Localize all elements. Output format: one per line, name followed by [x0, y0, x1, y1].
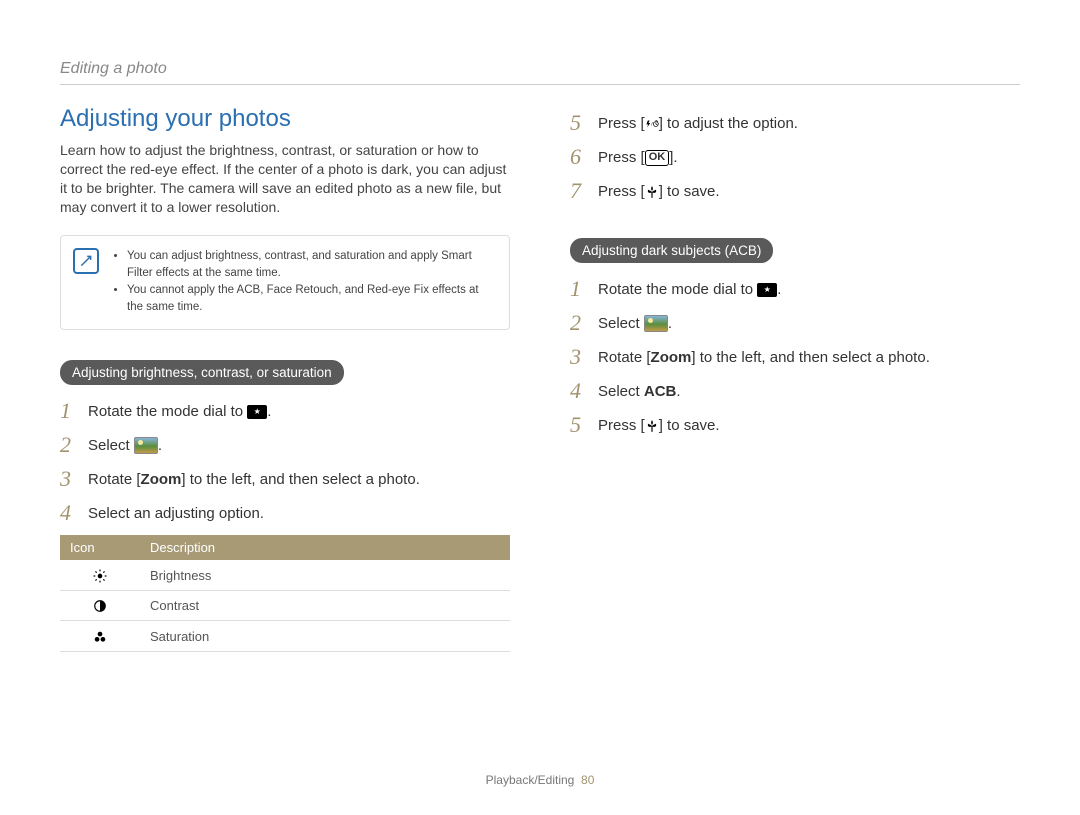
acb-label: ACB — [644, 383, 677, 400]
intro-paragraph: Learn how to adjust the brightness, cont… — [60, 141, 510, 217]
breadcrumb: Editing a photo — [60, 60, 1020, 85]
step-number: 2 — [60, 433, 88, 457]
steps-acb: 1 Rotate the mode dial to . 2 Select . 3… — [570, 277, 1020, 438]
manual-page: Editing a photo Adjusting your photos Le… — [0, 0, 1080, 815]
step-number: 5 — [570, 111, 598, 135]
ok-button-icon: OK — [645, 150, 670, 166]
table-row: Brightness — [60, 560, 510, 590]
step-text: Press [ — [598, 115, 645, 132]
note-item: You can adjust brightness, contrast, and… — [127, 248, 495, 283]
step-text: Press [ — [598, 417, 645, 434]
subsection-pill-acb: Adjusting dark subjects (ACB) — [570, 238, 773, 263]
step-5: 5 Press [ / ] to adjust the option. — [570, 111, 1020, 135]
step-number: 2 — [570, 311, 598, 335]
step-1: 1 Rotate the mode dial to . — [570, 277, 1020, 301]
mode-dial-icon — [757, 283, 777, 297]
zoom-label: Zoom — [141, 471, 182, 488]
image-edit-icon — [134, 437, 158, 454]
saturation-icon — [60, 621, 140, 652]
step-text: Select an adjusting option. — [88, 501, 510, 525]
step-text: Press [ — [598, 149, 645, 166]
page-footer: Playback/Editing 80 — [0, 773, 1080, 787]
step-7: 7 Press [ ] to save. — [570, 179, 1020, 203]
adjust-options-table: Icon Description Brightness — [60, 535, 510, 652]
table-header-icon: Icon — [60, 535, 140, 560]
step-number: 4 — [570, 379, 598, 403]
macro-icon — [645, 185, 659, 199]
section-title: Adjusting your photos — [60, 105, 510, 133]
step-number: 6 — [570, 145, 598, 169]
step-text: Select — [598, 315, 644, 332]
step-number: 7 — [570, 179, 598, 203]
table-row: Saturation — [60, 621, 510, 652]
flash-timer-icon: / — [645, 117, 659, 131]
step-text: Rotate [ — [598, 349, 651, 366]
contrast-label: Contrast — [140, 590, 510, 621]
subsection-pill-bcs: Adjusting brightness, contrast, or satur… — [60, 360, 344, 385]
step-text: Rotate the mode dial to — [598, 281, 757, 298]
brightness-icon — [60, 560, 140, 590]
step-text: Rotate [ — [88, 471, 141, 488]
steps-bcs: 1 Rotate the mode dial to . 2 Select . 3… — [60, 399, 510, 526]
step-text: Press [ — [598, 183, 645, 200]
footer-section: Playback/Editing — [486, 773, 575, 787]
step-6: 6 Press [OK]. — [570, 145, 1020, 169]
zoom-label: Zoom — [651, 349, 692, 366]
step-text: ] to the left, and then select a photo. — [691, 349, 930, 366]
step-number: 1 — [60, 399, 88, 423]
step-2: 2 Select . — [60, 433, 510, 457]
step-3: 3 Rotate [Zoom] to the left, and then se… — [60, 467, 510, 491]
page-number: 80 — [581, 773, 594, 787]
step-text: . — [676, 383, 680, 400]
note-icon — [73, 248, 99, 274]
contrast-icon — [60, 590, 140, 621]
step-text: Select — [88, 437, 134, 454]
step-text: ] to save. — [659, 183, 720, 200]
image-edit-icon — [644, 315, 668, 332]
step-text: Rotate the mode dial to — [88, 403, 247, 420]
step-text: . — [158, 437, 162, 454]
step-text: . — [267, 403, 271, 420]
step-text: . — [668, 315, 672, 332]
step-text: ] to adjust the option. — [659, 115, 798, 132]
two-column-layout: Adjusting your photos Learn how to adjus… — [60, 105, 1020, 652]
step-text: ] to save. — [659, 417, 720, 434]
note-item: You cannot apply the ACB, Face Retouch, … — [127, 282, 495, 317]
svg-text:/: / — [651, 122, 653, 128]
table-row: Contrast — [60, 590, 510, 621]
step-text: ]. — [669, 149, 677, 166]
macro-icon — [645, 419, 659, 433]
step-5: 5 Press [ ] to save. — [570, 413, 1020, 437]
step-text: Select — [598, 383, 644, 400]
right-column: 5 Press [ / ] to adjust the option. 6 Pres… — [570, 105, 1020, 652]
step-number: 1 — [570, 277, 598, 301]
step-text: . — [777, 281, 781, 298]
mode-dial-icon — [247, 405, 267, 419]
left-column: Adjusting your photos Learn how to adjus… — [60, 105, 510, 652]
table-header-desc: Description — [140, 535, 510, 560]
step-4: 4 Select an adjusting option. — [60, 501, 510, 525]
step-number: 4 — [60, 501, 88, 525]
saturation-label: Saturation — [140, 621, 510, 652]
step-number: 5 — [570, 413, 598, 437]
step-text: ] to the left, and then select a photo. — [181, 471, 420, 488]
note-box: You can adjust brightness, contrast, and… — [60, 235, 510, 330]
step-number: 3 — [60, 467, 88, 491]
steps-bcs-continued: 5 Press [ / ] to adjust the option. 6 Pres… — [570, 111, 1020, 204]
step-4: 4 Select ACB. — [570, 379, 1020, 403]
step-1: 1 Rotate the mode dial to . — [60, 399, 510, 423]
brightness-label: Brightness — [140, 560, 510, 590]
step-2: 2 Select . — [570, 311, 1020, 335]
step-3: 3 Rotate [Zoom] to the left, and then se… — [570, 345, 1020, 369]
step-number: 3 — [570, 345, 598, 369]
